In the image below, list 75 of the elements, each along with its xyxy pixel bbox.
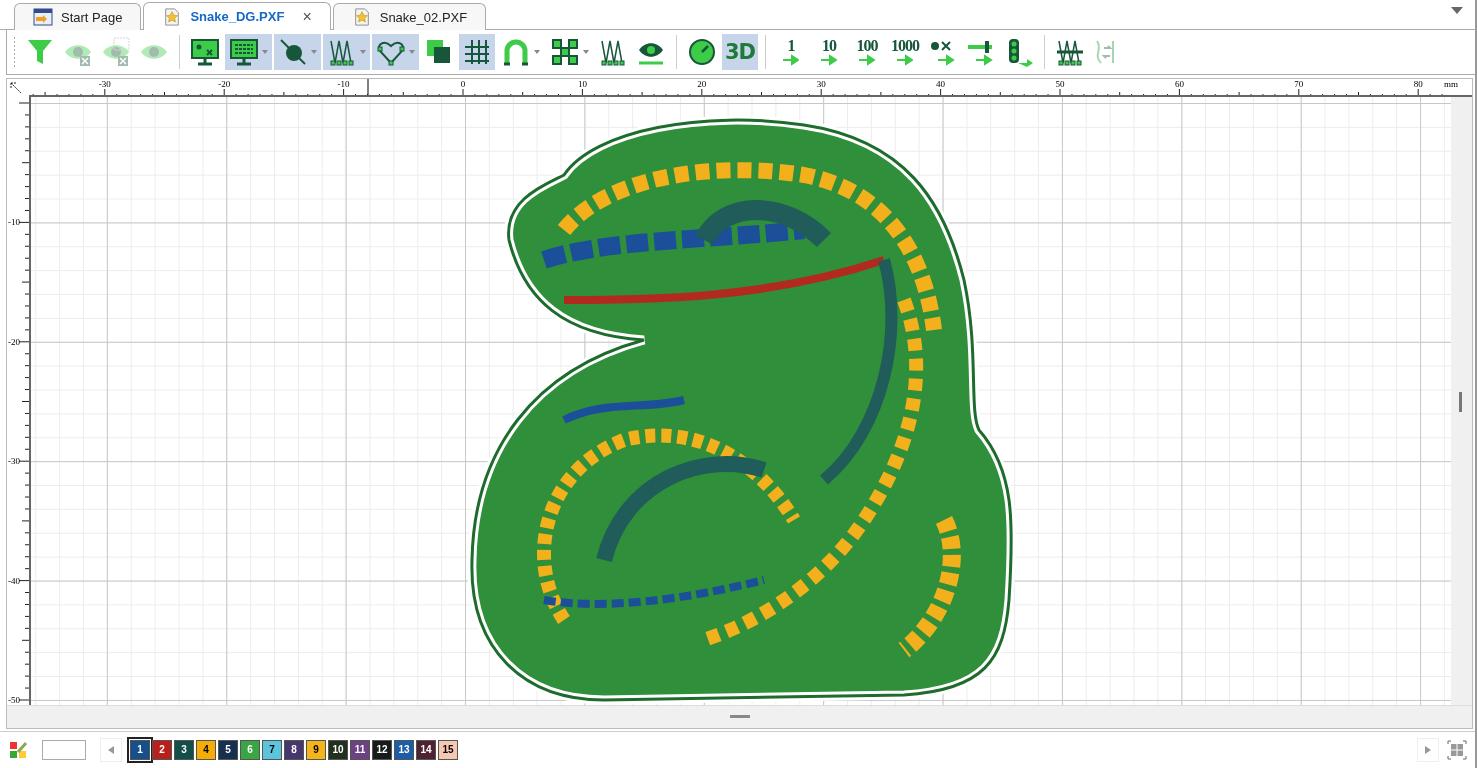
ruler-label: 10 [577, 78, 587, 89]
color-swatch[interactable]: 14 [416, 739, 436, 760]
document-tab[interactable]: Start Page [14, 3, 142, 31]
arrow-icon [821, 54, 837, 67]
color-swatch[interactable]: 15 [438, 739, 458, 760]
toolbar-button[interactable]: 3D [722, 34, 758, 71]
color-swatch[interactable]: 9 [306, 739, 326, 760]
dropdown-caret-icon [409, 50, 415, 55]
fit-view-icon[interactable] [1447, 739, 1467, 760]
toolbar-button[interactable] [459, 34, 495, 71]
color-swatch[interactable]: 3 [174, 739, 194, 760]
left-arrow-icon [108, 745, 114, 754]
dropdown-caret-icon [583, 50, 589, 55]
dropdown-caret-icon [360, 50, 366, 55]
scroll-right-button[interactable] [1417, 737, 1439, 762]
toolbar-button[interactable]: 10 [811, 34, 847, 71]
ruler-label: -20 [218, 78, 231, 89]
origin-icon [9, 80, 23, 95]
magnet-icon [501, 37, 531, 68]
dropdown-caret-icon [311, 50, 317, 55]
dropdown-caret-icon [534, 50, 540, 55]
toolbar-grip-icon [13, 37, 16, 68]
ruler-label: -50 [8, 694, 20, 705]
ruler-label: -10 [8, 217, 20, 228]
ruler-label: -40 [8, 575, 20, 586]
toolbar-button[interactable]: 100 [849, 34, 885, 71]
toolbar-button[interactable] [323, 34, 370, 71]
color-swatch[interactable]: 1 [130, 739, 150, 760]
right-arrow-icon [1425, 745, 1431, 754]
color-swatch[interactable]: 4 [196, 739, 216, 760]
dropdown-caret-icon [262, 50, 268, 55]
color-swatch[interactable]: 8 [284, 739, 304, 760]
start-page-icon [33, 8, 53, 27]
ruler-label: 70 [1294, 78, 1304, 89]
scrollbar-thumb[interactable] [1459, 391, 1462, 412]
toolbar-button[interactable] [372, 34, 419, 71]
color-swatch[interactable]: 7 [262, 739, 282, 760]
splitter-handle[interactable] [729, 715, 750, 719]
scroll-left-button[interactable] [100, 737, 122, 762]
ruler-label: -30 [8, 456, 20, 467]
toolbar-button[interactable]: 1 [773, 34, 809, 71]
ruler-label: -20 [8, 336, 20, 347]
gauge-icon [687, 37, 717, 68]
color-swatch[interactable]: 2 [152, 739, 172, 760]
toolbar-button[interactable]: 1000 [887, 34, 923, 71]
close-tab-button[interactable]: × [302, 7, 312, 26]
palette-icon[interactable] [8, 739, 28, 760]
ruler-label: 50 [1055, 78, 1065, 89]
color-input-field[interactable] [42, 739, 86, 760]
tab-list-caret-icon[interactable] [1451, 7, 1463, 16]
color-swatch[interactable]: 5 [218, 739, 238, 760]
ruler-label: 0 [460, 78, 466, 89]
arrow-icon [783, 54, 799, 67]
toolbar-button[interactable] [274, 34, 321, 71]
arrow-icon [859, 54, 875, 67]
ruler-unit: mm [1444, 78, 1458, 89]
ruler-label: 60 [1174, 78, 1184, 89]
document-tab[interactable]: Snake_DG.PXF × [143, 2, 331, 31]
ruler-label: 20 [697, 78, 707, 89]
color-swatch[interactable]: 12 [372, 739, 392, 760]
monitor-icon [229, 37, 259, 68]
ruler-label: -30 [98, 78, 111, 89]
ruler-label: 30 [816, 78, 826, 89]
ruler-label: 80 [1413, 78, 1423, 89]
arrow-icon [897, 54, 913, 67]
color-swatch[interactable]: 13 [394, 739, 414, 760]
toolbar-button[interactable] [225, 34, 272, 71]
document-tab[interactable]: Snake_02.PXF [332, 3, 487, 31]
eye-icon [101, 37, 131, 68]
ruler-label: 40 [936, 78, 946, 89]
color-swatch[interactable]: 10 [328, 739, 348, 760]
color-swatch[interactable]: 11 [350, 739, 370, 760]
monitor-icon [190, 37, 220, 68]
ruler-label: -10 [337, 78, 350, 89]
nodes-icon [550, 37, 580, 68]
